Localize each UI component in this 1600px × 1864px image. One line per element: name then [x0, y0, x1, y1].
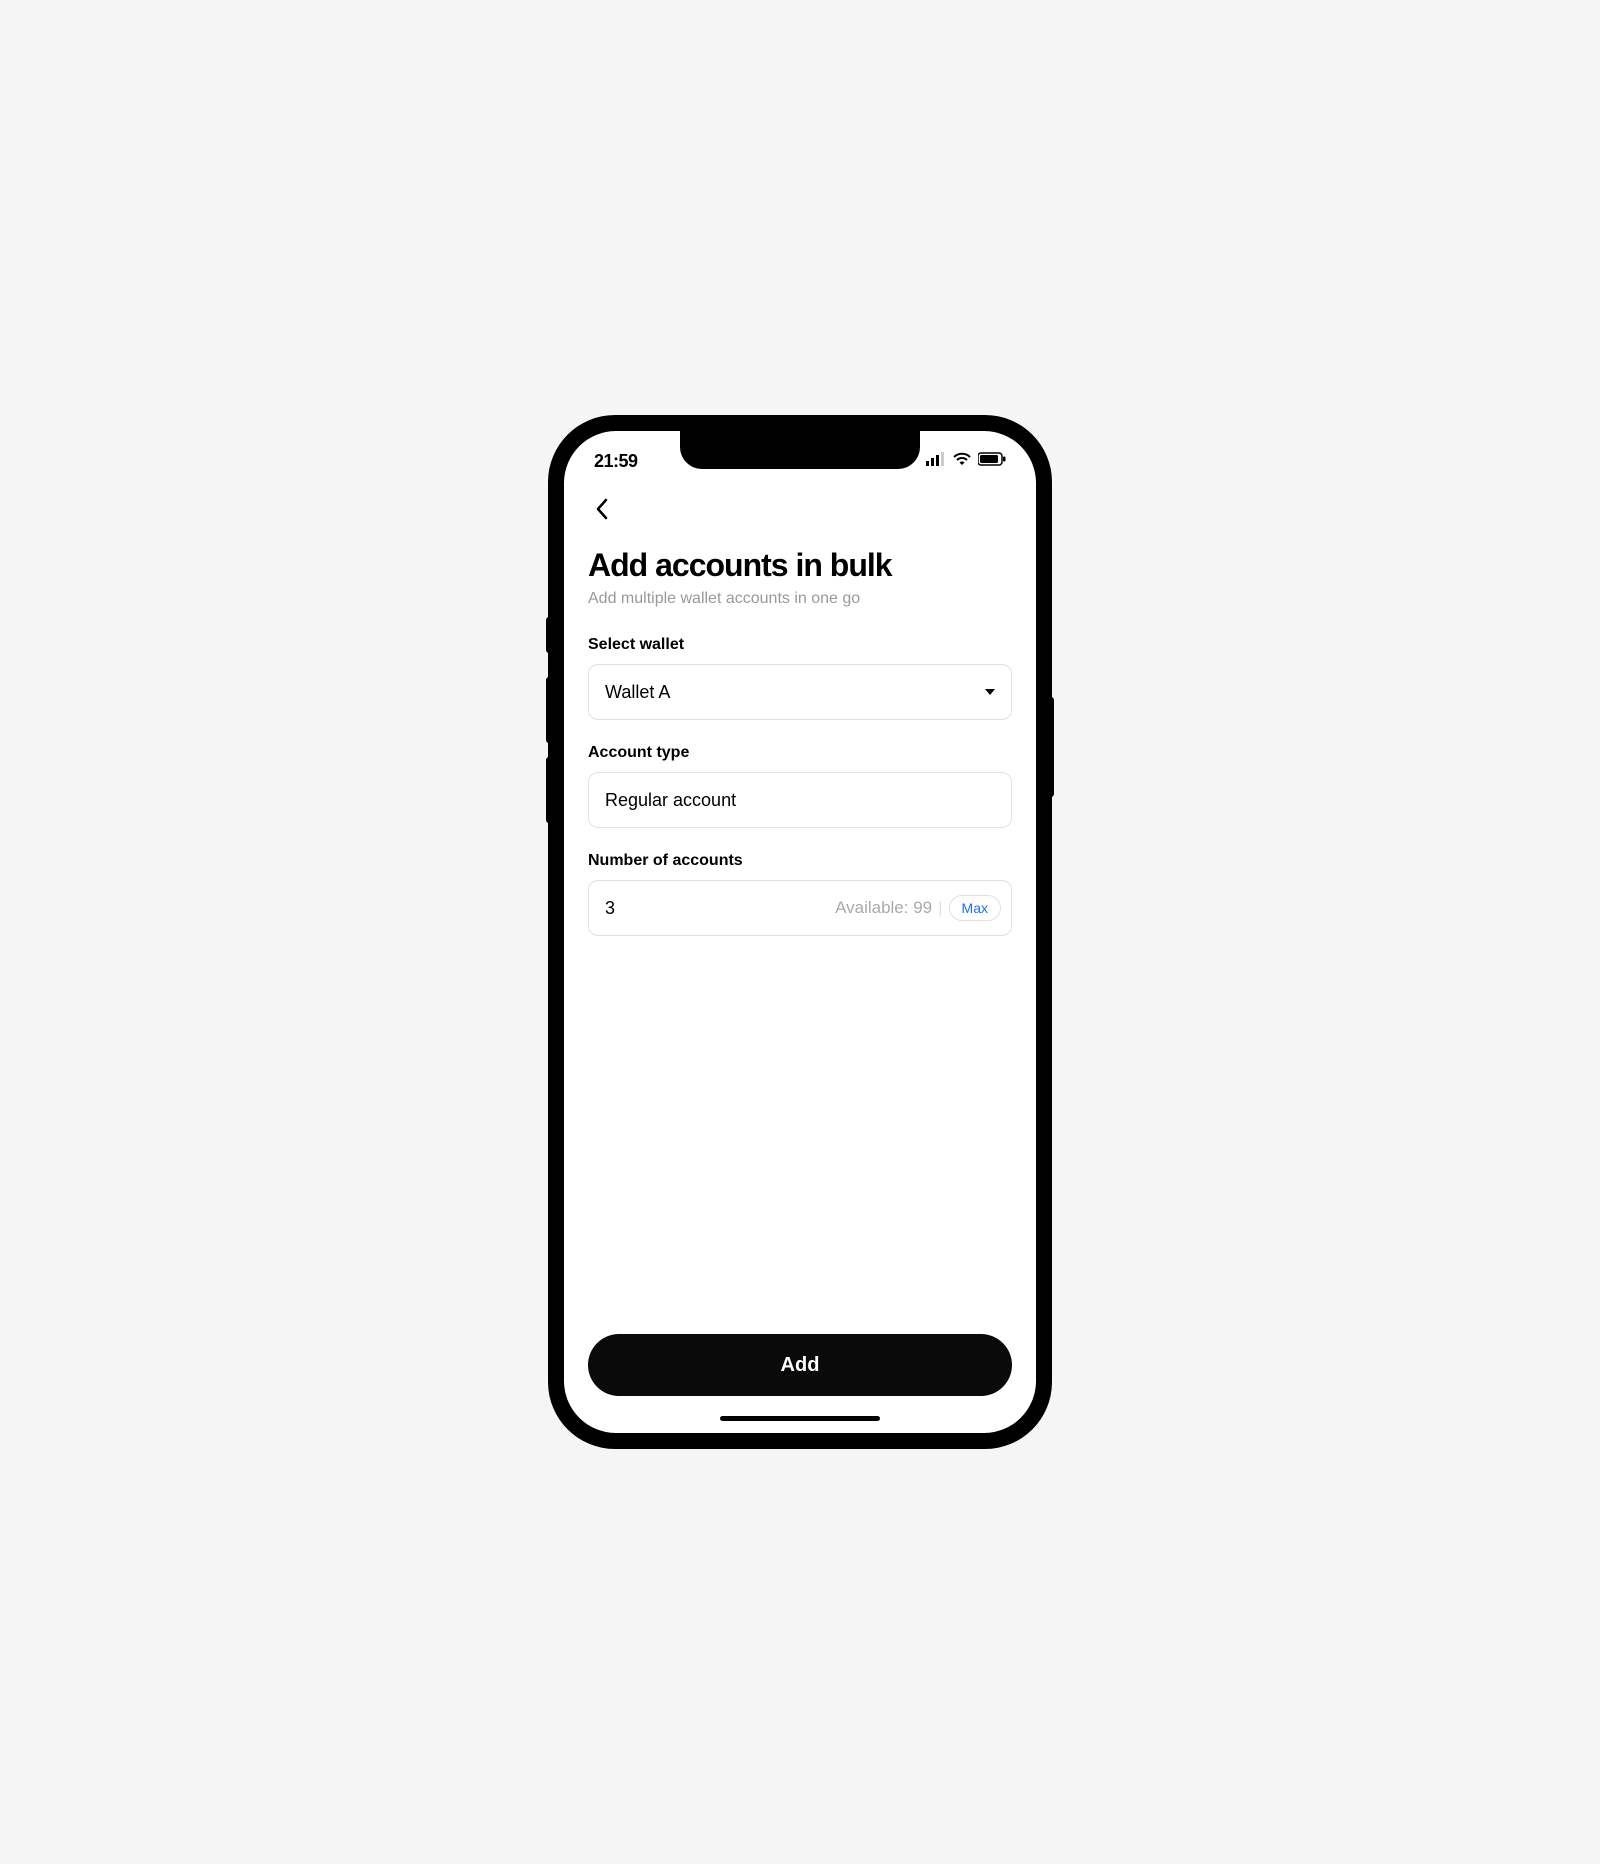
- wifi-icon: [952, 452, 972, 471]
- wallet-label: Select wallet: [588, 636, 1012, 654]
- battery-icon: [978, 452, 1006, 471]
- number-form-group: Number of accounts 3 Available: 99 | Max: [588, 852, 1012, 936]
- phone-notch: [680, 431, 920, 469]
- page-title: Add accounts in bulk: [588, 547, 1012, 584]
- number-label: Number of accounts: [588, 852, 1012, 870]
- back-button[interactable]: [588, 495, 616, 523]
- page-subtitle: Add multiple wallet accounts in one go: [588, 590, 1012, 608]
- caret-down-icon: [985, 689, 995, 695]
- wallet-form-group: Select wallet Wallet A: [588, 636, 1012, 720]
- add-button[interactable]: Add: [588, 1334, 1012, 1396]
- max-button[interactable]: Max: [949, 895, 1001, 921]
- content-area: Add accounts in bulk Add multiple wallet…: [564, 481, 1036, 1416]
- home-indicator[interactable]: [720, 1416, 880, 1421]
- account-type-select[interactable]: Regular account: [588, 772, 1012, 828]
- account-type-label: Account type: [588, 744, 1012, 762]
- chevron-left-icon: [595, 498, 609, 520]
- cellular-signal-icon: [926, 452, 946, 471]
- divider: |: [938, 898, 942, 918]
- number-input[interactable]: 3: [605, 898, 835, 919]
- flex-spacer: [588, 960, 1012, 1334]
- status-time: 21:59: [594, 451, 638, 472]
- available-text: Available: 99: [835, 898, 932, 918]
- phone-power-button: [1050, 697, 1054, 797]
- phone-mute-switch: [546, 617, 550, 653]
- phone-body: 21:59: [550, 417, 1050, 1447]
- account-type-form-group: Account type Regular account: [588, 744, 1012, 828]
- phone-screen: 21:59: [564, 431, 1036, 1433]
- phone-volume-up: [546, 677, 550, 743]
- device-mockup-frame: 21:59: [296, 344, 1305, 1520]
- wallet-select-value: Wallet A: [605, 682, 670, 703]
- top-nav: [588, 481, 1012, 537]
- status-icons: [926, 452, 1006, 471]
- number-input-row: 3 Available: 99 | Max: [588, 880, 1012, 936]
- page-header: Add accounts in bulk Add multiple wallet…: [588, 547, 1012, 608]
- wallet-select[interactable]: Wallet A: [588, 664, 1012, 720]
- account-type-value: Regular account: [605, 790, 736, 811]
- phone-volume-down: [546, 757, 550, 823]
